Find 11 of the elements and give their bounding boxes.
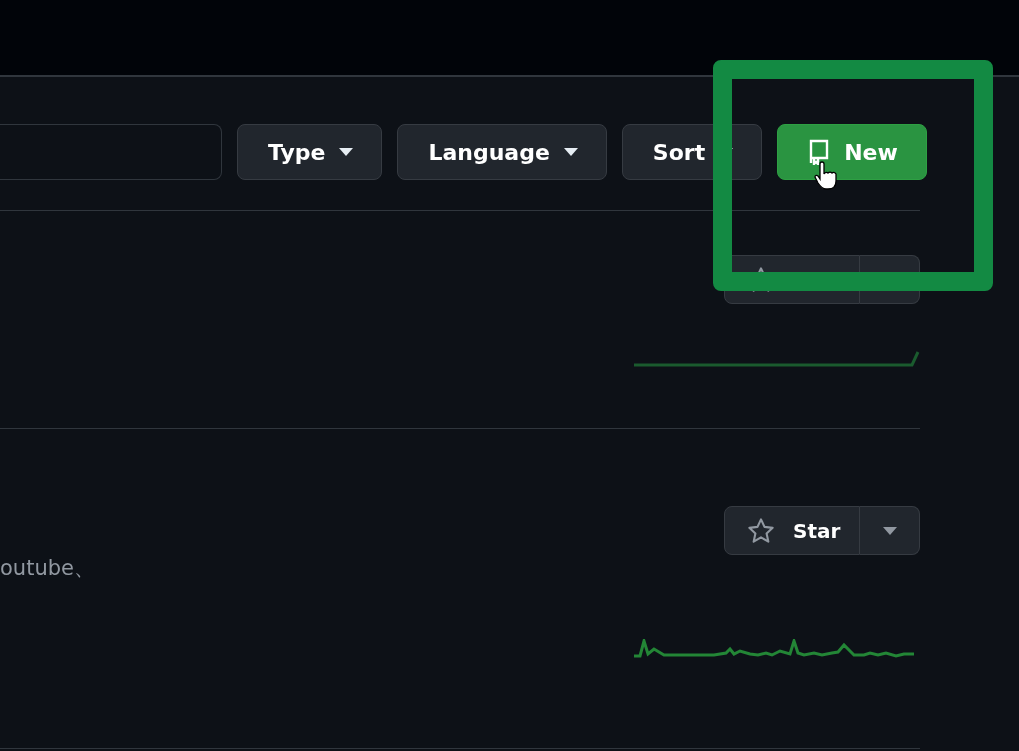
new-repository-button[interactable]: New [777, 124, 927, 180]
caret-icon [563, 148, 578, 156]
caret-icon [882, 526, 897, 535]
filter-dropdown-button[interactable]: Language [397, 124, 607, 180]
book-icon [808, 139, 831, 165]
repository-description: outube、 [0, 555, 95, 582]
filter-dropdown-button[interactable]: Type [237, 124, 383, 180]
star-menu-button[interactable] [860, 506, 920, 555]
search-field[interactable] [0, 124, 222, 180]
star-button[interactable]: Star [724, 506, 860, 555]
caret-icon [339, 148, 354, 156]
